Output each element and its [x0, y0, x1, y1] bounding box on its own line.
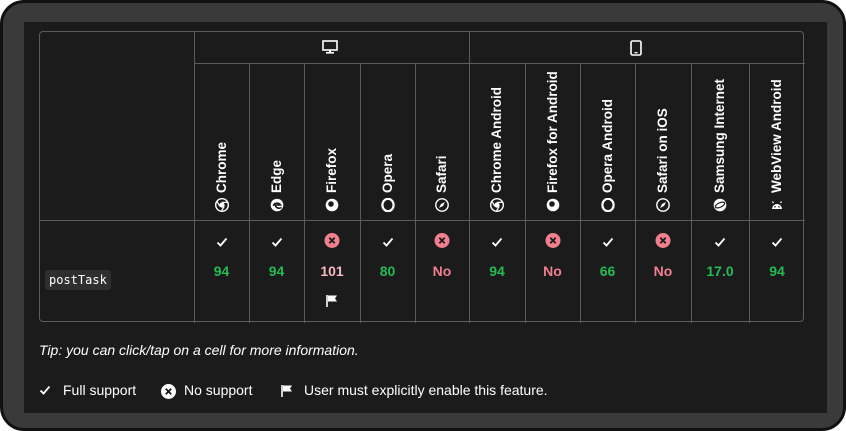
browser-name: Safari on iOS [655, 108, 670, 193]
browser-name: Opera [379, 153, 395, 193]
no-support-icon [655, 233, 671, 248]
firefox-icon [325, 198, 339, 212]
support-cell-0[interactable]: 94 [194, 222, 249, 322]
version-label: No [543, 263, 562, 279]
browser-header-6: Firefox for Android [525, 64, 580, 221]
android-icon [770, 198, 784, 212]
edge-icon [270, 198, 284, 212]
browser-name: WebView Android [769, 79, 784, 193]
opera-icon [380, 197, 395, 213]
support-cell-2[interactable]: 101 [304, 222, 360, 322]
tip-text: Tip: you can click/tap on a cell for mor… [39, 342, 359, 358]
version-label: 94 [268, 263, 285, 279]
safari-icon [656, 198, 670, 212]
browser-header-8: Safari on iOS [635, 64, 691, 221]
browser-header-9: Samsung Internet [691, 64, 749, 221]
check-icon [271, 235, 283, 247]
support-cell-6[interactable]: No [525, 222, 580, 322]
version-label: 101 [320, 263, 344, 279]
samsung-internet-icon [713, 198, 727, 212]
version-label: 94 [213, 263, 230, 279]
legend-flag: User must explicitly enable this feature… [304, 382, 548, 398]
check-icon [714, 235, 726, 247]
version-label: No [432, 263, 452, 279]
version-label: 17.0 [706, 263, 734, 279]
browser-header-10: WebView Android [749, 64, 805, 221]
version-label: 94 [489, 263, 505, 279]
browser-name: Firefox for Android [544, 71, 560, 193]
safari-icon [435, 198, 449, 212]
browser-name: Safari [434, 155, 449, 193]
browser-header-5: Chrome Android [469, 64, 525, 221]
check-icon [491, 235, 503, 247]
chrome-icon [214, 197, 229, 213]
check-icon [382, 235, 394, 247]
version-label: No [653, 263, 673, 279]
no-support-icon [434, 233, 450, 248]
browser-name: Chrome Android [489, 87, 504, 193]
browser-header-0: Chrome [194, 64, 249, 221]
browser-name: Edge [268, 159, 284, 193]
support-cell-1[interactable]: 94 [249, 222, 304, 322]
opera-icon [600, 197, 615, 213]
flag-icon [325, 294, 339, 308]
browser-name: Samsung Internet [712, 78, 727, 193]
version-label: 66 [599, 263, 616, 279]
support-cell-5[interactable]: 94 [469, 222, 525, 322]
chrome-icon [489, 197, 505, 213]
flag-icon [281, 385, 292, 397]
check-icon [771, 235, 783, 247]
no-support-icon [161, 384, 176, 399]
support-cell-10[interactable]: 94 [749, 222, 805, 322]
legend-full-support: Full support [63, 382, 137, 398]
browser-header-4: Safari [415, 64, 469, 221]
browser-name: Opera Android [599, 98, 615, 193]
compat-panel: Chrome Edge Firefox Opera Safari Chrome Andro… [24, 22, 827, 413]
firefox-icon [546, 198, 560, 212]
no-support-icon [545, 233, 560, 248]
check-icon [602, 235, 614, 247]
browser-header-7: Opera Android [580, 64, 635, 221]
browser-header-3: Opera [360, 64, 415, 221]
check-icon [39, 385, 51, 395]
support-cell-4[interactable]: No [415, 222, 469, 322]
browser-name: Firefox [324, 147, 339, 193]
browser-header-1: Edge [249, 64, 304, 221]
support-cell-7[interactable]: 66 [580, 222, 635, 322]
legend-no-support: No support [184, 382, 253, 398]
version-label: 80 [379, 263, 396, 279]
mobile-icon [630, 40, 642, 61]
browser-compat-table: Chrome Edge Firefox Opera Safari Chrome Andro… [39, 31, 805, 323]
browser-name: Chrome [213, 141, 229, 193]
check-icon [216, 235, 228, 247]
feature-name[interactable]: postTask [45, 270, 111, 290]
support-cell-3[interactable]: 80 [360, 222, 415, 322]
support-cell-9[interactable]: 17.0 [691, 222, 749, 322]
no-support-icon [324, 233, 340, 248]
browser-header-2: Firefox [304, 64, 360, 221]
support-cell-8[interactable]: No [635, 222, 691, 322]
desktop-icon [322, 40, 338, 59]
window-frame: Chrome Edge Firefox Opera Safari Chrome Andro… [0, 0, 846, 431]
version-label: 94 [769, 263, 785, 279]
